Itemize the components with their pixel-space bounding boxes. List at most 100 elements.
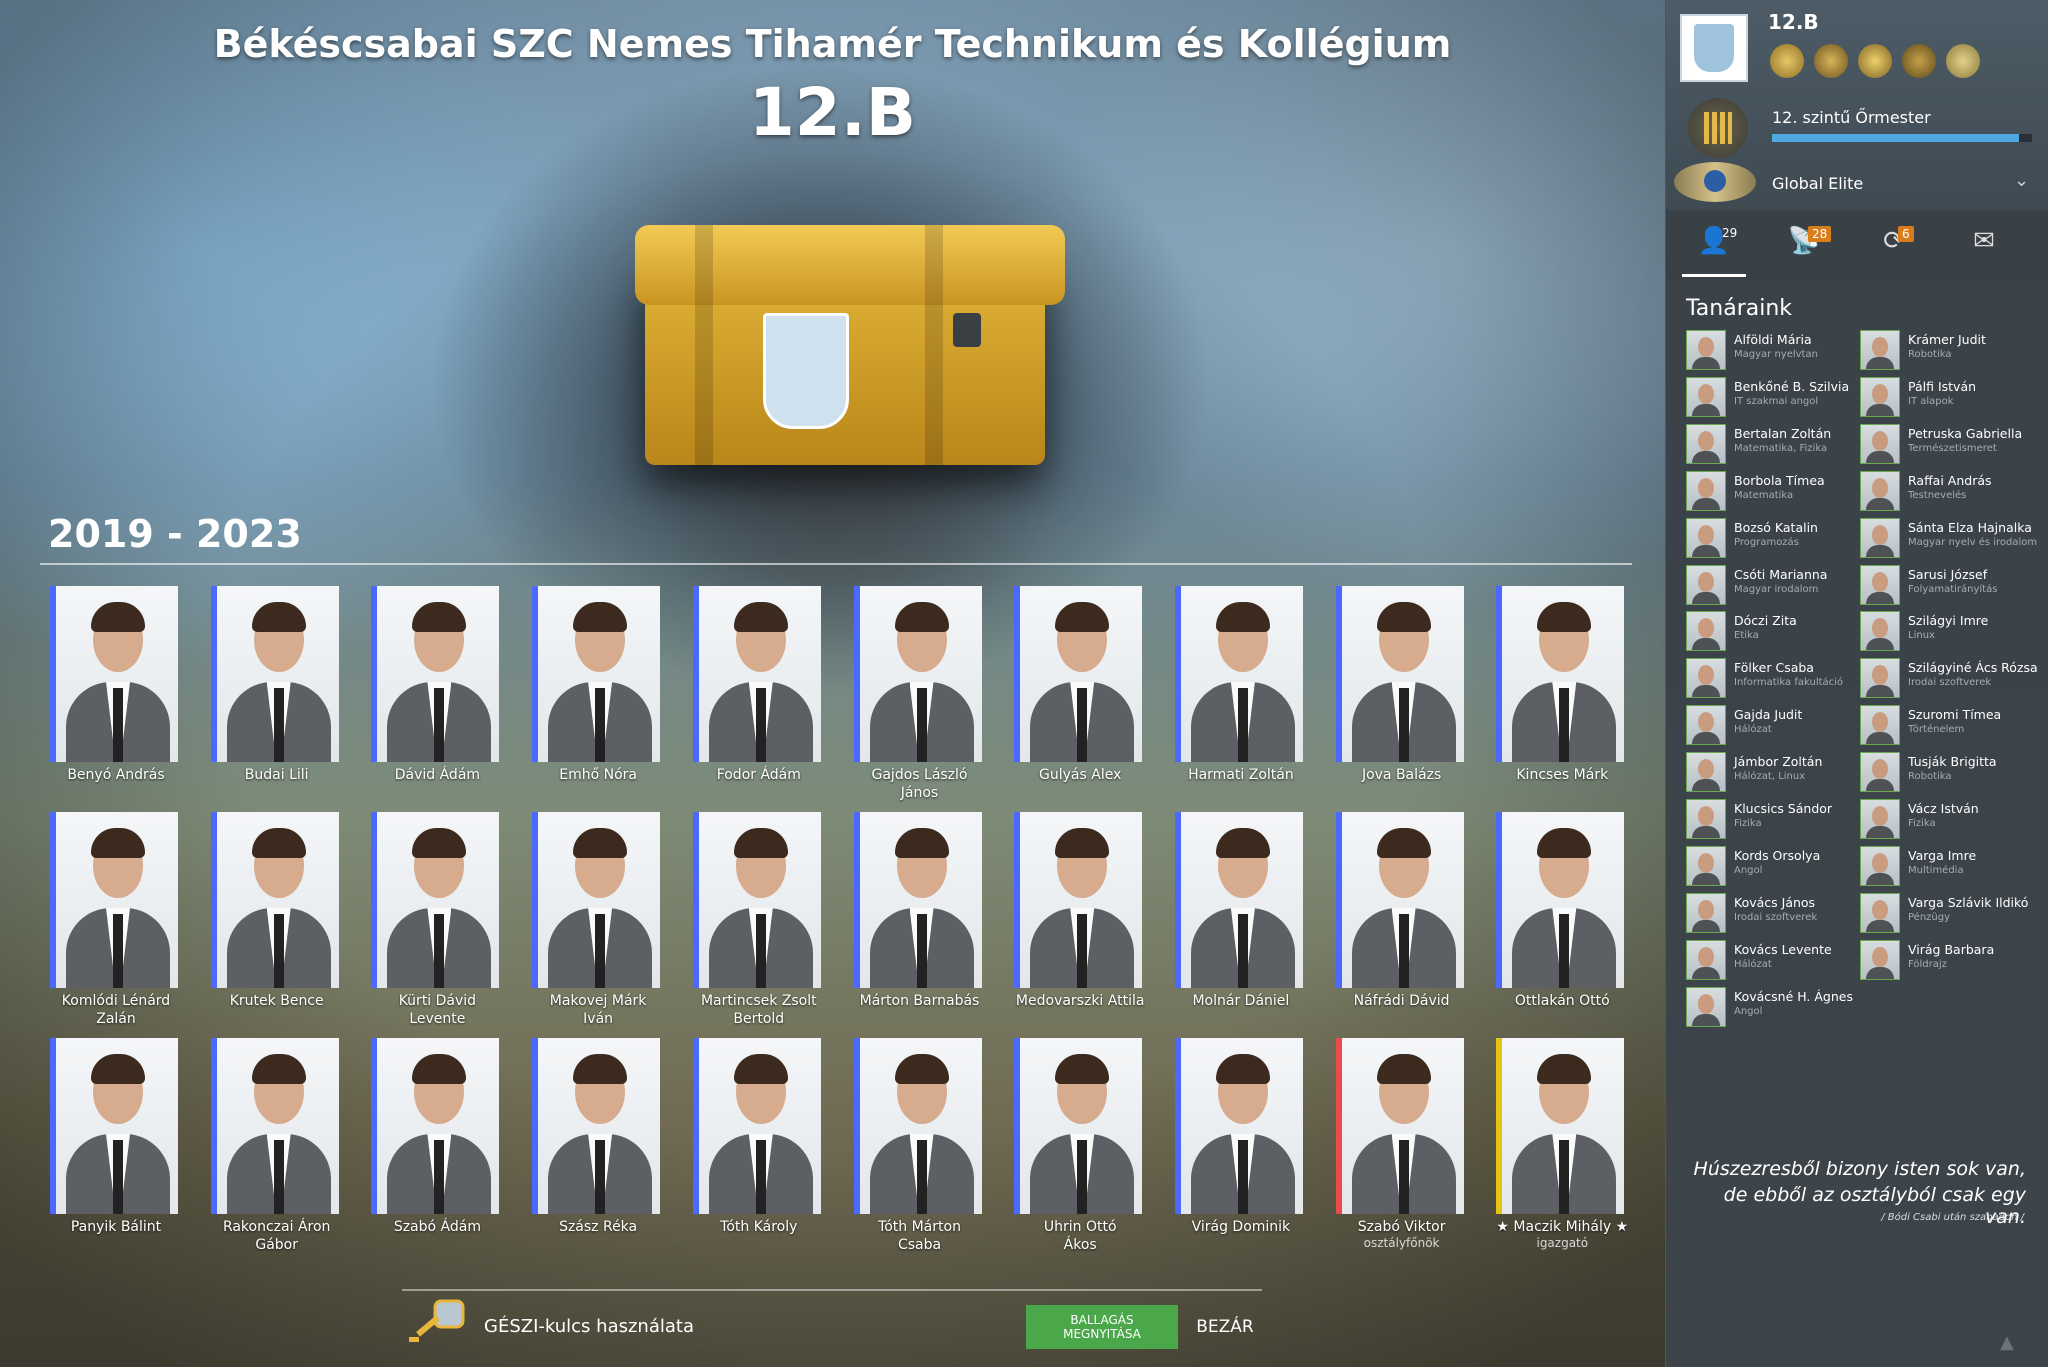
- teacher-name: Kovácsné H. Ágnes: [1734, 988, 1853, 1004]
- student-photo: [853, 812, 982, 988]
- teacher-item[interactable]: Fölker Csaba Informatika fakultáció: [1686, 658, 1861, 699]
- teacher-item[interactable]: Sánta Elza Hajnalka Magyar nyelv és iroda…: [1860, 517, 2037, 558]
- friends-count: 29: [1722, 226, 1738, 240]
- student-photo: [1496, 812, 1625, 988]
- teacher-item[interactable]: Csóti Marianna Magyar irodalom: [1686, 564, 1861, 605]
- profile-class: 12.B: [1768, 10, 1819, 34]
- teacher-item[interactable]: Alföldi Mária Magyar nyelvtan: [1686, 330, 1861, 370]
- student-name: Virág Dominik: [1191, 1219, 1291, 1235]
- student-photo: [1014, 812, 1143, 988]
- open-graduation-button[interactable]: BALLAGÁS MEGNYITÁSA: [1026, 1305, 1178, 1349]
- avatar: [1686, 799, 1726, 839]
- teacher-subject: Természetismeret: [1908, 442, 1997, 454]
- student-name: Gulyás Alex: [1039, 767, 1122, 783]
- student-photo: [532, 586, 661, 762]
- student-role: osztályfőnök: [1363, 1236, 1440, 1250]
- student-photo: [532, 812, 661, 988]
- avatar: [1686, 470, 1726, 511]
- teacher-subject: Angol: [1734, 1005, 1763, 1017]
- student-name: Komlódi Lénárd Zalán: [61, 993, 171, 1027]
- graduation-crate: [635, 225, 1065, 475]
- xp-bar-fill: [1772, 134, 2019, 142]
- teacher-subject: Robotika: [1908, 349, 1952, 360]
- teacher-item[interactable]: Varga Szlávik Ildikó Pénzügy: [1860, 892, 2035, 933]
- avatar: [1686, 892, 1726, 933]
- student-name: Márton Barnabás: [859, 993, 980, 1009]
- teacher-item[interactable]: Kovács János Irodai szoftverek: [1686, 892, 1861, 933]
- mail-icon: ✉: [1973, 226, 1995, 256]
- student-photo: [371, 1038, 500, 1214]
- teacher-name: Sánta Elza Hajnalka: [1908, 519, 2032, 535]
- teacher-item[interactable]: Krámer Judit Robotika: [1860, 330, 2035, 370]
- student-name: Makovej Márk Iván: [549, 993, 647, 1027]
- teacher-item[interactable]: Benkőné B. Szilvia IT szakmai angol: [1686, 376, 1861, 417]
- teacher-item[interactable]: Varga Imre Multimédia: [1860, 845, 2035, 886]
- teacher-name: Pálfi István: [1908, 378, 1977, 394]
- avatar: [1860, 330, 1900, 370]
- teacher-item[interactable]: Pálfi István IT alapok: [1860, 376, 2035, 417]
- teacher-item[interactable]: Tusják Brigitta Robotika: [1860, 752, 2035, 793]
- teacher-name: Tusják Brigitta: [1908, 754, 1997, 770]
- key-icon: [409, 1299, 465, 1342]
- avatar: [1860, 470, 1900, 511]
- student-photo: [692, 1038, 821, 1214]
- medal-icon[interactable]: [1858, 44, 1892, 78]
- teacher-item[interactable]: Szilágyiné Ács Rózsa Irodai szoftverek: [1860, 658, 2038, 699]
- tab-friends[interactable]: 👤 29: [1682, 226, 1746, 266]
- teacher-item[interactable]: Kovácsné H. Ágnes Angol: [1686, 986, 1861, 1027]
- student-name: Harmati Zoltán: [1188, 767, 1294, 783]
- student-name: Benyó András: [67, 767, 165, 783]
- teacher-item[interactable]: Raffai András Testnevelés: [1860, 470, 2035, 511]
- teacher-item[interactable]: Szilágyi Imre Linux: [1860, 611, 2035, 652]
- student-photo: [1335, 812, 1464, 988]
- teachers-title: Tanáraink: [1686, 296, 1793, 321]
- medal-icon[interactable]: [1770, 44, 1804, 78]
- teacher-subject: Fizika: [1908, 818, 1936, 829]
- teacher-item[interactable]: Virág Barbara Földrajz: [1860, 939, 2035, 980]
- student-name: Ottlakán Ottó: [1514, 993, 1610, 1009]
- teacher-item[interactable]: Petruska Gabriella Természetismeret: [1860, 423, 2035, 464]
- chevron-down-icon[interactable]: ⌄: [2014, 170, 2029, 191]
- medal-icon[interactable]: [1902, 44, 1936, 78]
- student-photo: [692, 586, 821, 762]
- teacher-name: Szilágyiné Ács Rózsa: [1908, 660, 2038, 676]
- teacher-subject: Robotika: [1908, 771, 1952, 783]
- teacher-item[interactable]: Gajda Judit Hálózat: [1686, 705, 1861, 746]
- key-use-label[interactable]: GÉSZI-kulcs használata: [484, 1316, 694, 1337]
- teacher-item[interactable]: Kords Orsolya Angol: [1686, 845, 1861, 886]
- teacher-item[interactable]: Vácz István Fizika: [1860, 799, 2035, 839]
- student-name: Szabó Ádám: [393, 1219, 481, 1235]
- avatar[interactable]: [1680, 14, 1748, 82]
- close-button[interactable]: BEZÁR: [1190, 1305, 1260, 1349]
- medal-icon[interactable]: [1946, 44, 1980, 78]
- teacher-item[interactable]: Bertalan Zoltán Matematika, Fizika: [1686, 423, 1861, 464]
- teacher-name: Petruska Gabriella: [1908, 425, 2023, 441]
- avatar: [1686, 611, 1726, 652]
- medal-icon[interactable]: [1814, 44, 1848, 78]
- school-title: Békéscsabai SZC Nemes Tihamér Technikum …: [213, 22, 1452, 66]
- student-name: Panyik Bálint: [70, 1219, 162, 1235]
- avatar: [1860, 705, 1900, 746]
- tab-broadcast[interactable]: 📡 28: [1772, 226, 1836, 266]
- tab-mail[interactable]: ✉: [1952, 226, 2016, 266]
- teacher-item[interactable]: Klucsics Sándor Fizika: [1686, 799, 1861, 839]
- divider: [40, 563, 1632, 565]
- teacher-item[interactable]: Szuromi Tímea Történelem: [1860, 705, 2035, 746]
- divider: [402, 1289, 1262, 1291]
- student-name: Dávid Ádám: [394, 767, 481, 783]
- teacher-item[interactable]: Bozsó Katalin Programozás: [1686, 517, 1861, 558]
- teacher-item[interactable]: Kovács Levente Hálózat: [1686, 939, 1861, 980]
- teacher-item[interactable]: Borbola Tímea Matematika: [1686, 470, 1861, 511]
- student-photo: [50, 586, 178, 762]
- student-photo: [1335, 1038, 1464, 1214]
- avatar: [1860, 939, 1900, 980]
- student-photo: [210, 812, 339, 988]
- student-photo: [1014, 586, 1143, 762]
- teacher-item[interactable]: Dóczi Zita Etika: [1686, 611, 1861, 652]
- student-photo: [1174, 586, 1303, 762]
- teacher-item[interactable]: Jámbor Zoltán Hálózat, Linux: [1686, 752, 1861, 793]
- tab-refresh[interactable]: ⟳ 6: [1862, 226, 1926, 266]
- teacher-subject: Folyamatirányítás: [1908, 583, 1998, 595]
- teacher-item[interactable]: Sarusi József Folyamatirányítás: [1860, 564, 2035, 605]
- student-name: Szász Réka: [559, 1219, 638, 1235]
